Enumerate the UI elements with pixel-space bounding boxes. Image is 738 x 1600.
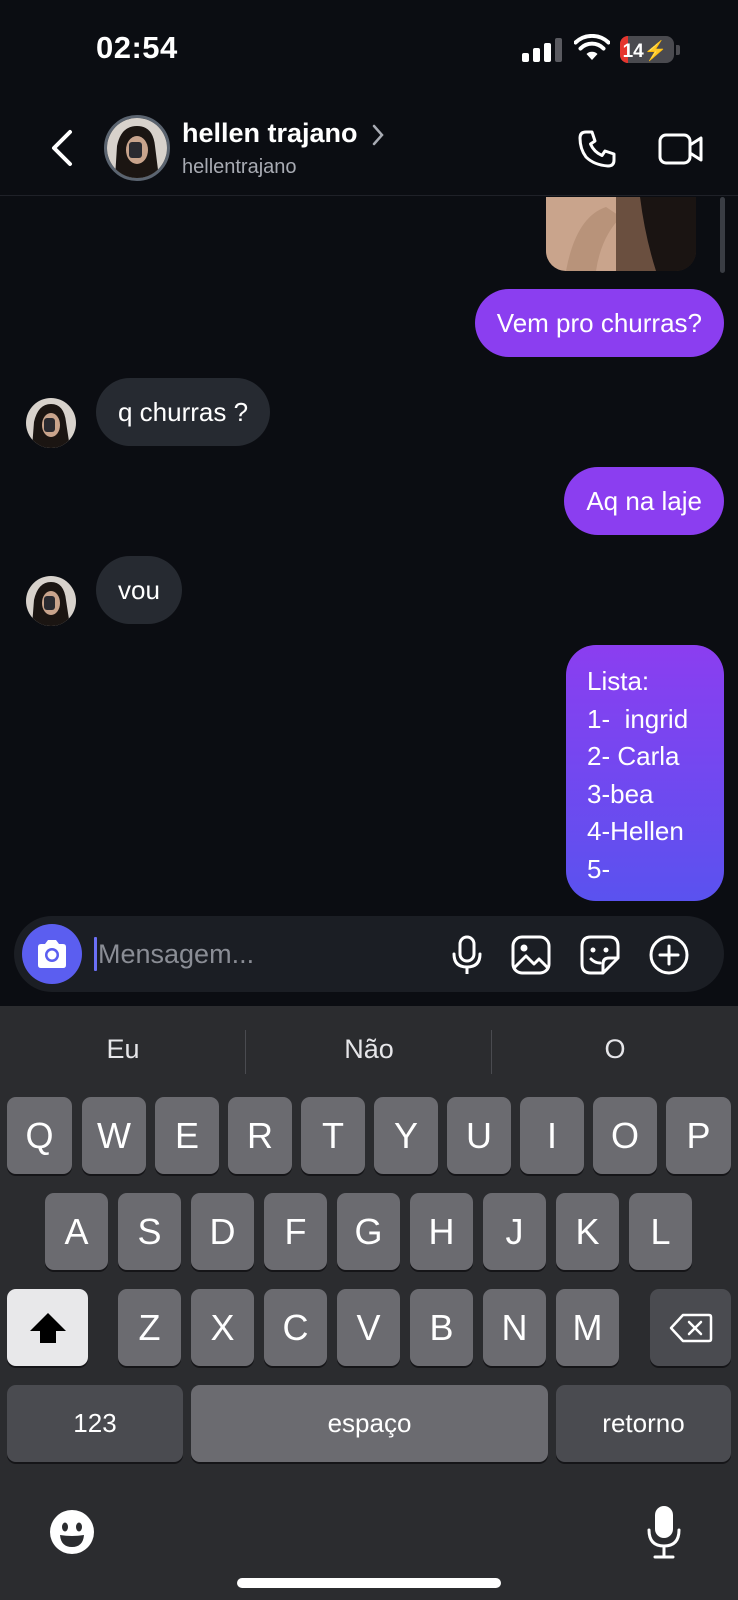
message-line: 3-bea: [587, 778, 654, 809]
status-time: 02:54: [96, 30, 178, 65]
scrollbar[interactable]: [720, 197, 725, 273]
received-message[interactable]: q churras ?: [96, 378, 271, 446]
key-u[interactable]: U: [447, 1097, 511, 1174]
numbers-key[interactable]: 123: [7, 1385, 183, 1462]
dictation-microphone-icon[interactable]: [646, 1504, 682, 1560]
key-o[interactable]: O: [593, 1097, 657, 1174]
camera-button[interactable]: [22, 924, 82, 984]
key-f[interactable]: F: [264, 1193, 327, 1270]
sent-message[interactable]: Aq na laje: [564, 467, 724, 535]
message-list[interactable]: Vem pro churras? q churras ? Aq na laje …: [0, 197, 738, 905]
message-line: 4-Hellen: [587, 816, 684, 846]
key-k[interactable]: K: [556, 1193, 619, 1270]
battery-percentage: 14⚡: [622, 41, 668, 62]
status-bar: 02:54 14⚡: [0, 0, 738, 100]
key-m[interactable]: M: [556, 1289, 619, 1366]
suggestion[interactable]: Não: [246, 1034, 492, 1065]
key-s[interactable]: S: [118, 1193, 181, 1270]
backspace-key[interactable]: [650, 1289, 731, 1366]
home-indicator[interactable]: [237, 1578, 501, 1588]
sent-message[interactable]: Lista: 1- ingrid 2- Carla 3-bea 4-Hellen…: [566, 645, 724, 901]
key-t[interactable]: T: [301, 1097, 365, 1174]
message-line: 1- ingrid: [587, 703, 689, 734]
key-c[interactable]: C: [264, 1289, 327, 1366]
shift-icon: [29, 1312, 66, 1343]
key-v[interactable]: V: [337, 1289, 400, 1366]
sent-message[interactable]: Vem pro churras?: [474, 289, 724, 357]
key-p[interactable]: P: [666, 1097, 731, 1174]
phone-icon[interactable]: [576, 128, 618, 170]
key-q[interactable]: Q: [7, 1097, 72, 1174]
message-line: 2- Carla: [587, 741, 680, 771]
photo-message[interactable]: [546, 197, 696, 271]
message-composer: [14, 916, 724, 992]
return-key[interactable]: retorno: [556, 1385, 731, 1462]
contact-name[interactable]: hellen trajano: [182, 118, 358, 149]
space-key[interactable]: espaço: [191, 1385, 548, 1462]
key-e[interactable]: E: [155, 1097, 219, 1174]
camera-icon: [38, 940, 66, 968]
gallery-icon[interactable]: [510, 934, 552, 976]
message-line: 5-: [587, 853, 611, 884]
contact-avatar[interactable]: [104, 115, 170, 181]
key-a[interactable]: A: [45, 1193, 108, 1270]
contact-username[interactable]: hellentrajano: [182, 156, 297, 179]
emoji-icon[interactable]: [48, 1508, 96, 1556]
back-icon[interactable]: [42, 126, 82, 170]
key-w[interactable]: W: [82, 1097, 146, 1174]
battery-tip: [676, 45, 680, 55]
suggestion[interactable]: O: [492, 1034, 738, 1065]
chevron-right-icon[interactable]: [370, 122, 386, 148]
key-j[interactable]: J: [483, 1193, 546, 1270]
sender-avatar[interactable]: [26, 398, 76, 448]
key-y[interactable]: Y: [374, 1097, 438, 1174]
message-text: q churras ?: [118, 396, 249, 427]
suggestion[interactable]: Eu: [0, 1034, 246, 1065]
message-text: vou: [118, 574, 160, 605]
key-b[interactable]: B: [410, 1289, 473, 1366]
key-r[interactable]: R: [228, 1097, 292, 1174]
text-cursor: [94, 937, 97, 971]
key-i[interactable]: I: [520, 1097, 584, 1174]
keyboard: Eu Não O Q W E R T Y U I O P A S D F G H…: [0, 1006, 738, 1600]
wifi-icon: [574, 34, 610, 60]
message-input[interactable]: [98, 930, 428, 978]
key-d[interactable]: D: [191, 1193, 254, 1270]
message-text: Aq na laje: [586, 485, 702, 516]
key-n[interactable]: N: [483, 1289, 546, 1366]
chat-header: hellen trajano hellentrajano: [0, 100, 738, 196]
backspace-icon: [669, 1313, 712, 1342]
sender-avatar[interactable]: [26, 576, 76, 626]
sticker-icon[interactable]: [579, 934, 621, 976]
key-h[interactable]: H: [410, 1193, 473, 1270]
key-x[interactable]: X: [191, 1289, 254, 1366]
key-g[interactable]: G: [337, 1193, 400, 1270]
video-icon[interactable]: [658, 130, 704, 168]
microphone-icon[interactable]: [446, 934, 488, 976]
received-message[interactable]: vou: [96, 556, 182, 624]
key-z[interactable]: Z: [118, 1289, 181, 1366]
battery-icon: 14⚡: [620, 36, 674, 63]
message-line: Lista:: [587, 666, 650, 696]
signal-icon: [522, 38, 562, 62]
key-l[interactable]: L: [629, 1193, 692, 1270]
message-text: Vem pro churras?: [496, 307, 702, 338]
shift-key[interactable]: [7, 1289, 88, 1366]
plus-circle-icon[interactable]: [648, 934, 690, 976]
